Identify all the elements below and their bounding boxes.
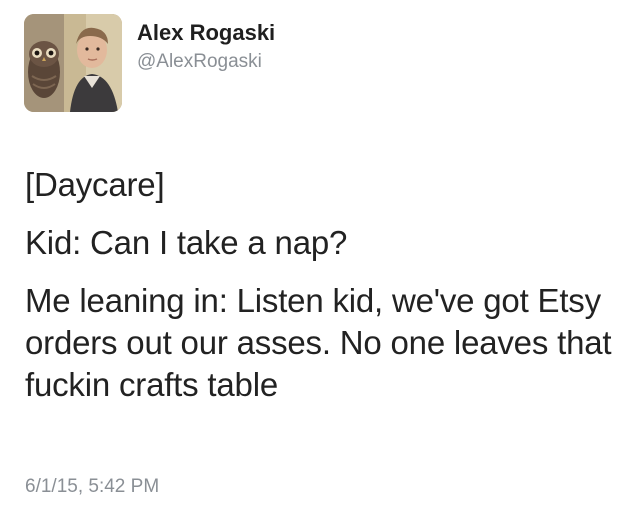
tweet-paragraph: [Daycare] [25,166,165,203]
tweet-card: Alex Rogaski @AlexRogaski [Daycare] Kid:… [0,0,631,519]
user-handle[interactable]: @AlexRogaski [137,50,275,74]
tweet-timestamp[interactable]: 6/1/15, 5:42 PM [25,476,159,498]
display-name[interactable]: Alex Rogaski [137,20,275,46]
tweet-text: [Daycare] Kid: Can I take a nap? Me lean… [25,164,615,406]
tweet-paragraph: Kid: Can I take a nap? [25,224,348,261]
avatar[interactable] [24,14,122,112]
tweet-paragraph: Me leaning in: Listen kid, we've got Ets… [25,282,612,403]
tweet-header: Alex Rogaski @AlexRogaski [24,14,614,114]
profile-photo-icon [24,14,122,112]
user-info: Alex Rogaski @AlexRogaski [137,20,275,74]
